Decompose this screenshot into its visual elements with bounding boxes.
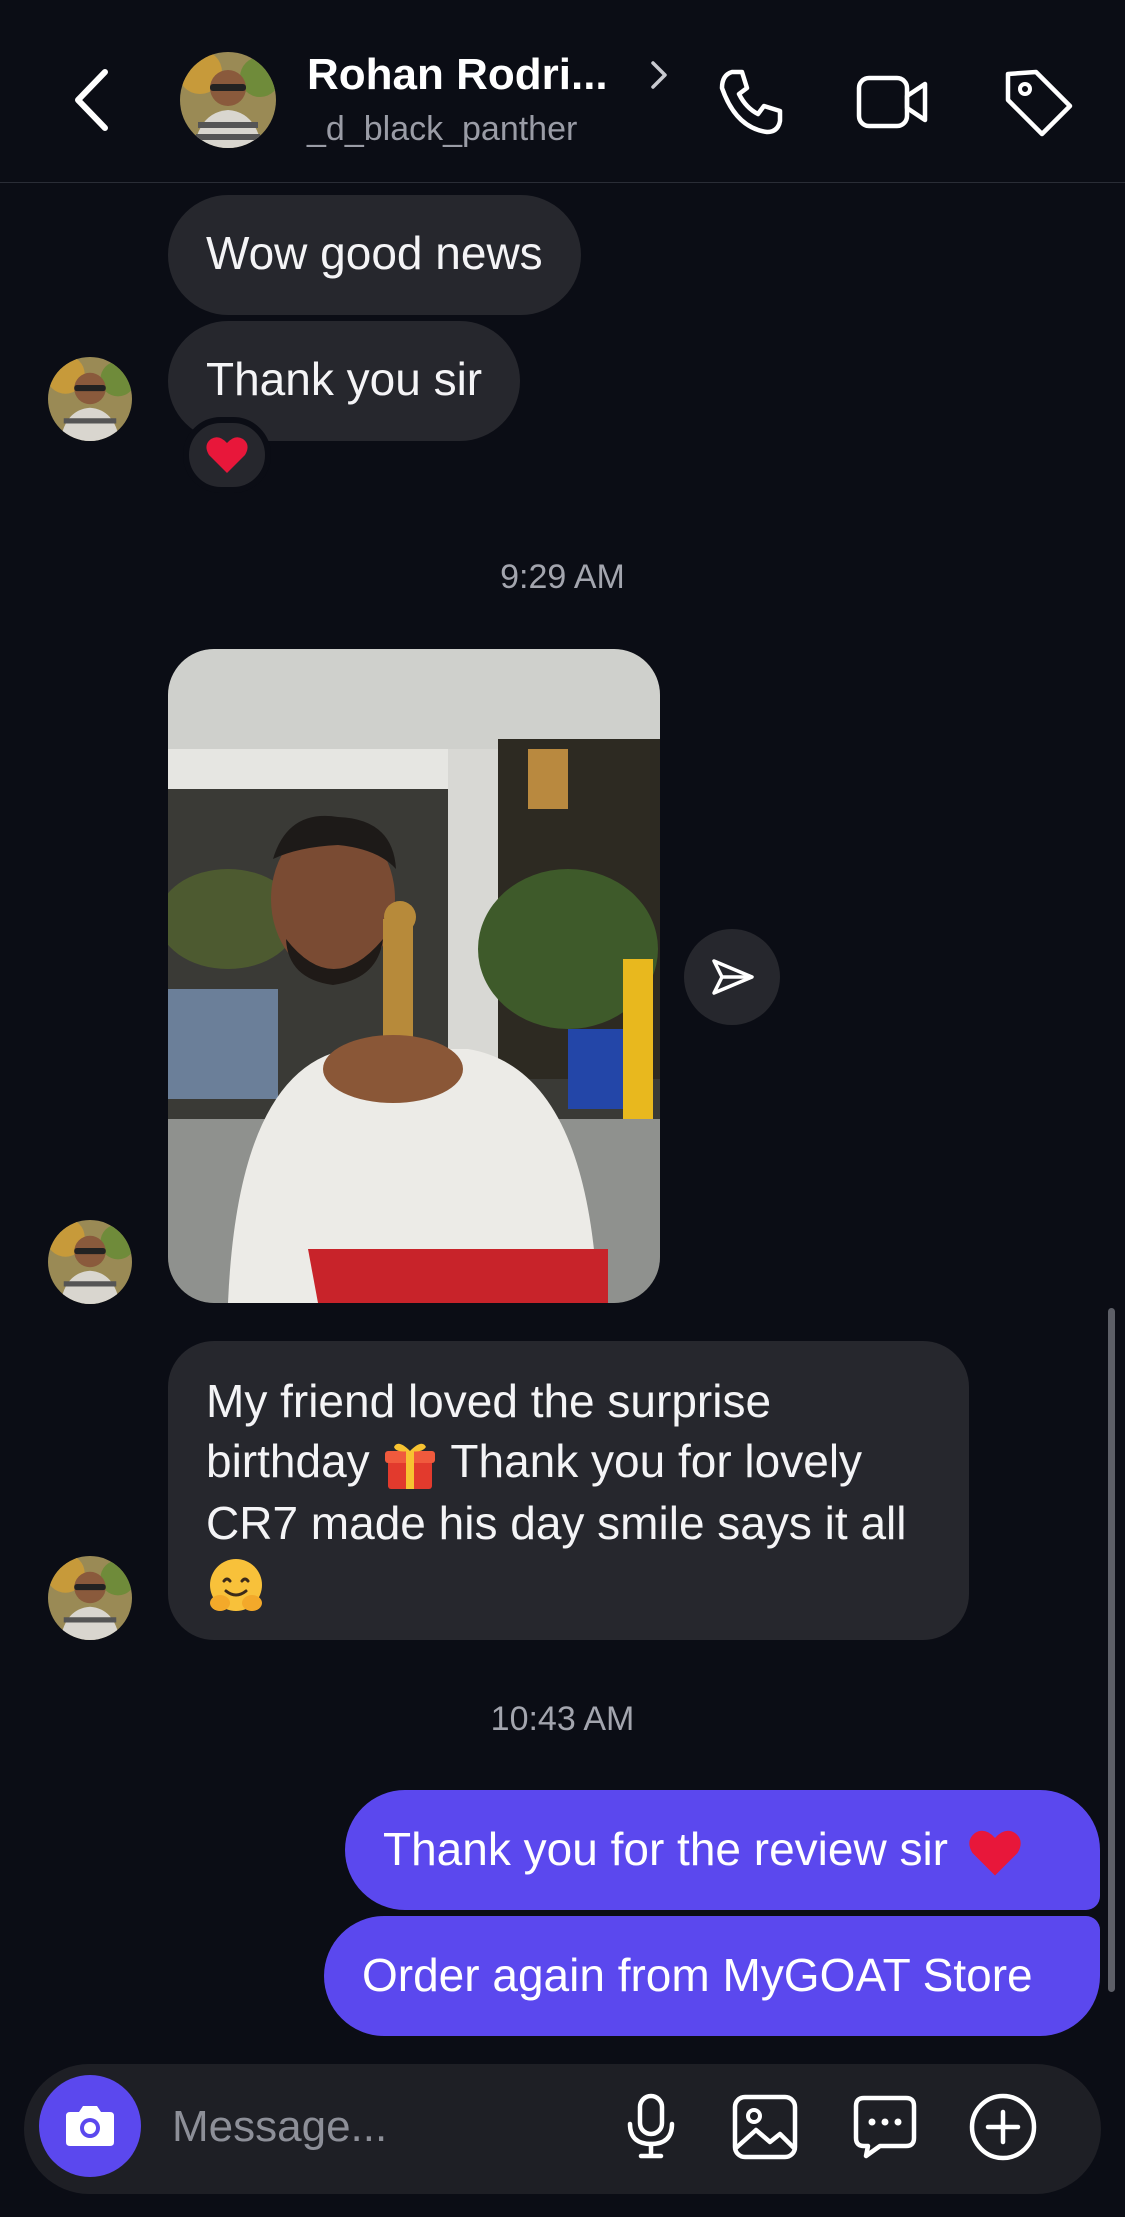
heart-reaction[interactable] — [183, 417, 271, 493]
chevron-right-icon[interactable] — [645, 55, 673, 95]
voice-message-button[interactable] — [606, 2082, 696, 2172]
avatar-image — [48, 357, 132, 441]
phone-icon — [719, 69, 783, 135]
more-button[interactable] — [958, 2082, 1048, 2172]
message-text: Order again from MyGOAT Store — [362, 1949, 1033, 2001]
video-icon — [856, 75, 928, 129]
photo-message[interactable] — [168, 649, 660, 1303]
tag-icon — [1005, 69, 1073, 137]
sticker-chat-icon — [853, 2095, 917, 2159]
heart-icon — [206, 437, 248, 473]
video-call-button[interactable] — [855, 64, 931, 140]
message-text: Thank you sir — [206, 353, 483, 405]
message-bubble-outgoing[interactable]: Thank you for the review sir — [345, 1790, 1100, 1910]
microphone-icon — [627, 2093, 675, 2159]
gallery-button[interactable] — [720, 2082, 810, 2172]
share-button[interactable] — [684, 929, 780, 1025]
send-icon — [712, 959, 754, 995]
tag-button[interactable] — [1000, 64, 1076, 140]
avatar-image — [48, 1220, 132, 1304]
message-line: CR7 made his day smile says it all — [206, 1496, 907, 1549]
sender-avatar[interactable] — [48, 1556, 132, 1640]
shared-photo — [168, 649, 660, 1303]
message-bubble-incoming[interactable]: Wow good news — [168, 195, 581, 315]
message-input[interactable] — [170, 2090, 594, 2164]
timestamp: 9:29 AM — [500, 558, 625, 596]
message-bubble-incoming[interactable]: My friend loved the surprise birthday Th… — [168, 1341, 969, 1640]
message-text: Wow good news — [206, 227, 543, 279]
sticker-button[interactable] — [840, 2082, 930, 2172]
sender-avatar[interactable] — [48, 1220, 132, 1304]
camera-icon — [66, 2106, 114, 2146]
message-line: My friend loved the surprise — [206, 1375, 772, 1427]
sender-avatar[interactable] — [48, 357, 132, 441]
contact-avatar[interactable] — [180, 52, 276, 148]
message-bubble-outgoing[interactable]: Order again from MyGOAT Store — [324, 1916, 1100, 2036]
back-icon — [75, 69, 108, 131]
gift-icon — [385, 1443, 436, 1489]
call-button[interactable] — [712, 64, 788, 140]
avatar-image — [180, 52, 276, 148]
message-line — [206, 1553, 931, 1617]
scrollbar[interactable] — [1108, 1308, 1115, 1992]
timestamp: 10:43 AM — [490, 1700, 635, 1738]
message-text: Thank you for lovely — [450, 1435, 863, 1487]
back-button[interactable] — [60, 60, 130, 140]
contact-username[interactable]: _d_black_panther — [307, 110, 577, 149]
message-text: Thank you for the review sir — [383, 1823, 949, 1875]
camera-button[interactable] — [39, 2075, 141, 2177]
message-line: birthday Thank you for lovely — [206, 1431, 931, 1493]
hugging-face-icon — [210, 1558, 262, 1611]
gallery-icon — [732, 2094, 798, 2160]
heart-icon — [969, 1830, 1021, 1876]
contact-name[interactable]: Rohan Rodri... — [307, 50, 608, 100]
plus-icon — [969, 2093, 1037, 2161]
avatar-image — [48, 1556, 132, 1640]
message-text: birthday — [206, 1435, 370, 1487]
